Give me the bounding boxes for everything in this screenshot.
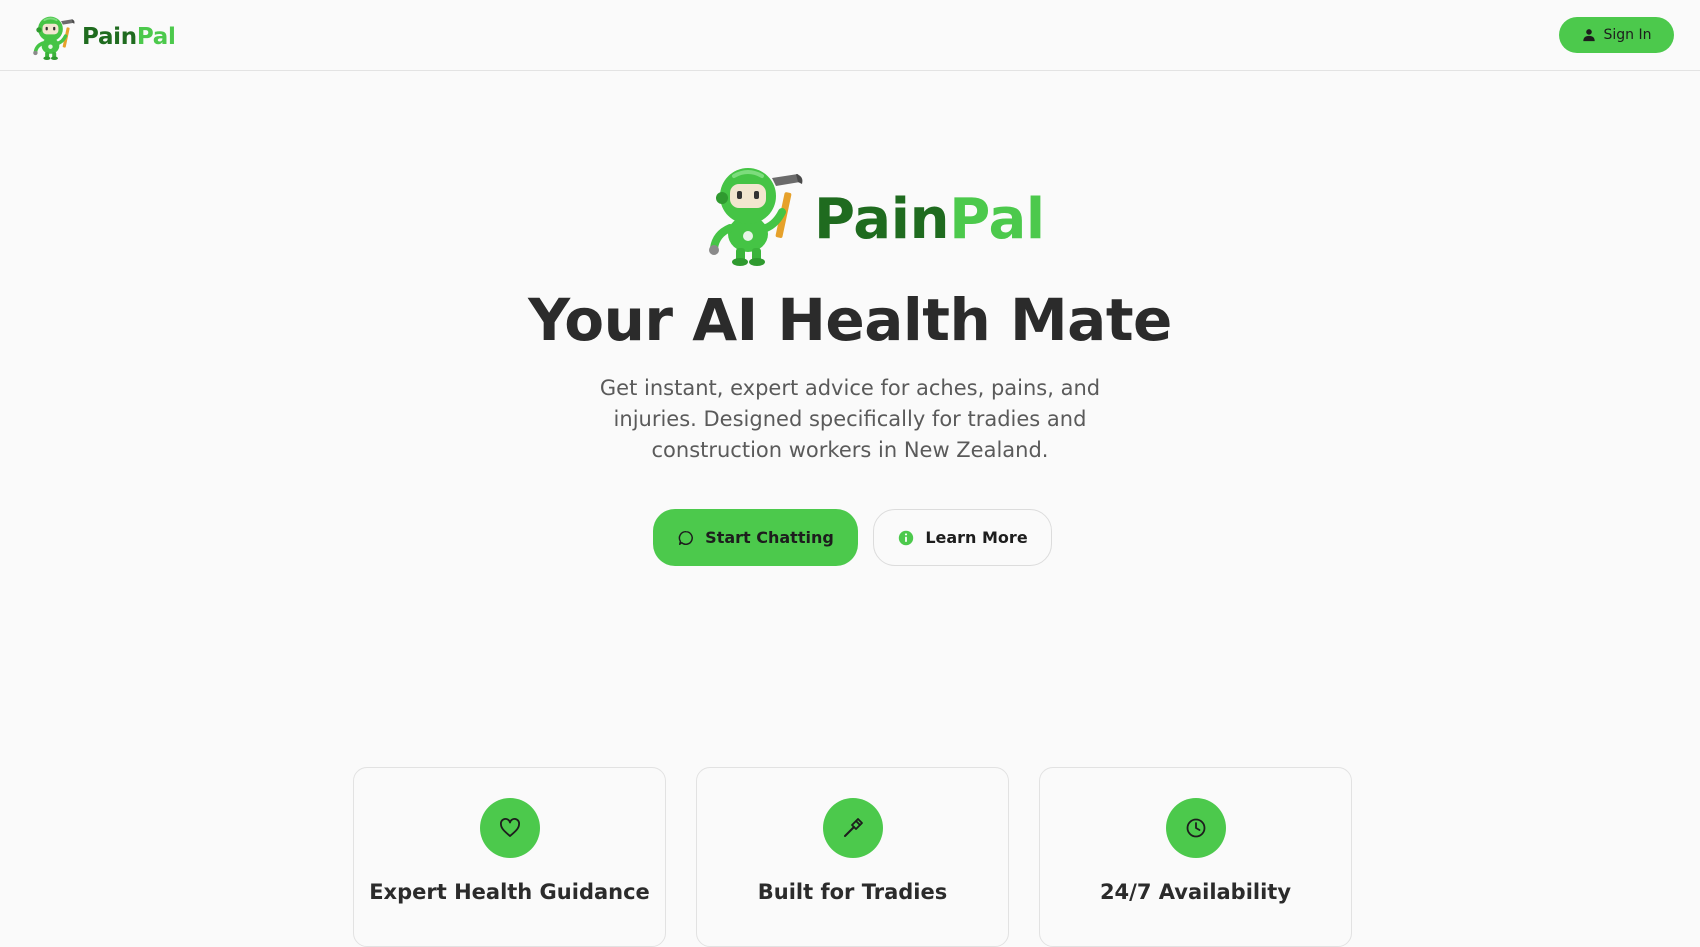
feature-card-built-for-tradies: Built for Tradies	[696, 767, 1009, 947]
hammer-icon	[844, 818, 863, 837]
top-header: PainPal Sign In	[0, 0, 1700, 71]
sign-in-label: Sign In	[1603, 27, 1652, 43]
clock-icon	[1186, 818, 1206, 838]
logo-text-pain: Pain	[82, 24, 137, 50]
hero-logo-text-pal: Pal	[949, 186, 1045, 252]
info-icon	[899, 530, 914, 545]
mascot-hero-icon	[700, 162, 812, 266]
start-chatting-button[interactable]: Start Chatting	[653, 509, 858, 566]
feature-card-availability: 24/7 Availability	[1039, 767, 1352, 947]
header-logo[interactable]: PainPal	[30, 14, 176, 60]
heart-icon	[500, 818, 520, 837]
mascot-logo-icon	[31, 14, 77, 60]
learn-more-button[interactable]: Learn More	[873, 509, 1052, 566]
logo-text-pal: Pal	[136, 24, 176, 50]
hero-logo: PainPal	[700, 162, 1045, 266]
feature-title: Built for Tradies	[757, 880, 948, 904]
chat-bubble-icon	[678, 530, 694, 545]
user-icon	[1582, 29, 1595, 42]
hero-logo-text-pain: Pain	[814, 186, 950, 252]
hero-logo-text: PainPal	[814, 187, 1045, 252]
hero-subtitle: Get instant, expert advice for aches, pa…	[599, 376, 1101, 462]
feature-icon-circle	[480, 798, 540, 858]
feature-icon-circle	[1166, 798, 1226, 858]
sign-in-button[interactable]: Sign In	[1559, 17, 1674, 53]
learn-more-label: Learn More	[925, 528, 1028, 547]
feature-title: Expert Health Guidance	[369, 880, 650, 904]
hero-title: Your AI Health Mate	[528, 286, 1172, 354]
feature-title: 24/7 Availability	[1099, 880, 1292, 904]
logo-text: PainPal	[82, 24, 176, 50]
feature-icon-circle	[823, 798, 883, 858]
start-chatting-label: Start Chatting	[705, 528, 834, 547]
feature-card-expert-guidance: Expert Health Guidance	[353, 767, 666, 947]
